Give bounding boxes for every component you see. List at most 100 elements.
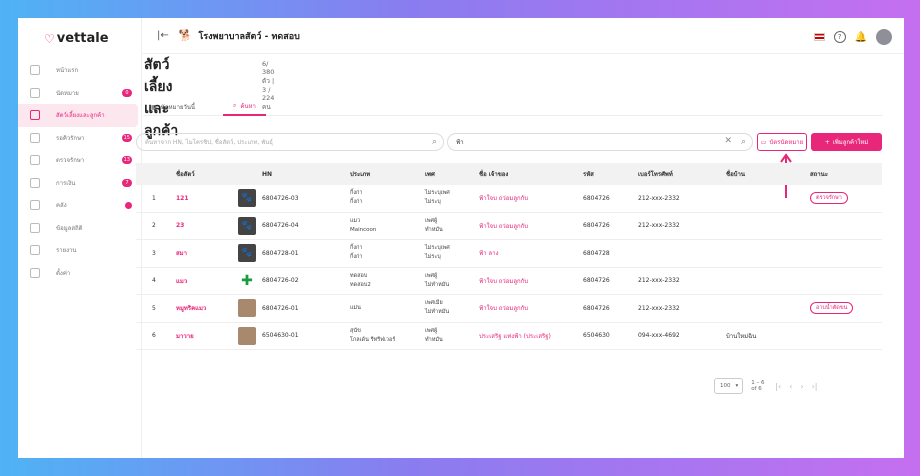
col-code[interactable]: รหัส	[583, 163, 594, 185]
pet-name[interactable]: 121	[176, 185, 189, 212]
owner-name[interactable]: ฟ้า ลาง	[479, 240, 499, 267]
sidebar-item[interactable]: การเงิน 7	[18, 172, 142, 195]
col-hn[interactable]: HN	[262, 163, 272, 185]
owner-phone: 212-xxx-2332	[638, 222, 680, 230]
thai-flag-icon[interactable]	[813, 33, 825, 41]
pet-sex: ไม่ระบุเพศ ไม่ระบุ	[425, 245, 450, 261]
per-page-select[interactable]: 100 ▾	[714, 378, 744, 394]
add-customer-button[interactable]: + เพิ่มลูกค้าใหม่	[811, 133, 882, 151]
table-row[interactable]: 4 แมว ✚ 6804726-02 ทดสอบ ทดสอบ2 เพศผู้ ไม่ทำหมั…	[136, 268, 882, 295]
pet-type: ทดสอบ ทดสอบ2	[350, 272, 371, 288]
house-name: บ้านใหม่ฉิน	[726, 332, 757, 340]
sidebar-item[interactable]: นัดหมาย 0	[18, 82, 142, 105]
sidebar-item-label: นัดหมาย	[56, 89, 79, 97]
pet-hn: 6804726-01	[262, 304, 299, 312]
pet-sex: เพศผู้ ทำหมัน	[425, 327, 443, 343]
status-badge[interactable]: อาบน้ำตัดขน	[810, 302, 854, 315]
owner-name[interactable]: ประเสริฐ แท่งฟ้า (ประเสริฐ)	[479, 323, 551, 350]
dog-icon: 🐕	[178, 29, 193, 42]
table-row[interactable]: 6 มาวาย 6504630-01 สุนัข โกลเด้น รีทรีฟเวอร์…	[136, 323, 882, 350]
row-number: 6	[152, 332, 156, 340]
status-cell: ตรวจรักษา	[810, 185, 848, 212]
page-range: 1 – 6 of 6	[751, 380, 765, 392]
bell-icon[interactable]: 🔔	[855, 32, 867, 43]
owner-search-input[interactable]: ฟ้า ✕ ⌕	[447, 133, 753, 151]
pet-name[interactable]: 23	[176, 213, 184, 240]
owner-name[interactable]: ฟ้าใจบ ถว่อมลูกกับ	[479, 295, 528, 322]
search-icon[interactable]: ⌕	[741, 137, 746, 147]
tab-search[interactable]: ⌕ ค้นหา	[223, 98, 266, 116]
avatar[interactable]	[876, 29, 892, 45]
table-body: 1 121 🐾 6804726-03 กิ้งก่า กิ้งก่า ไม่ระบุเพศไ…	[136, 185, 882, 350]
pet-name[interactable]: แมว	[176, 268, 187, 295]
nav-icon	[30, 177, 40, 188]
pet-image: ✚	[238, 268, 256, 295]
owner-code: 6504630	[583, 332, 610, 340]
owner-name[interactable]: ฟ้าใจบ ถว่อมลูกกับ	[479, 213, 528, 240]
owner-code: 6804726	[583, 277, 610, 285]
last-page-icon[interactable]: ›|	[812, 382, 818, 391]
sidebar-item[interactable]: ตั้งค่า	[18, 262, 142, 285]
pet-hn: 6804726-02	[262, 277, 299, 285]
prev-page-icon[interactable]: ‹	[789, 382, 792, 391]
next-page-icon[interactable]: ›	[800, 382, 803, 391]
col-owner[interactable]: ชื่อ เจ้าของ	[479, 163, 508, 185]
sidebar-item[interactable]: สัตว์เลี้ยงและลูกค้า	[18, 104, 138, 127]
owner-name[interactable]: ฟ้าใจบ ถว่อมลูกกับ	[479, 185, 528, 212]
clinic-name[interactable]: โรงพยาบาลสัตว์ - ทดสอบ	[198, 29, 299, 43]
sidebar-item[interactable]: คลัง	[18, 194, 142, 217]
col-sex[interactable]: เพศ	[425, 163, 435, 185]
owner-phone: 094-xxx-4692	[638, 332, 680, 340]
search-icon[interactable]: ⌕	[432, 137, 437, 147]
col-house[interactable]: ชื่อบ้าน	[726, 163, 745, 185]
table-row[interactable]: 5 หมูทริคแมว 6804726-01 แม่น เพศเมีย ไม่ทำหมั…	[136, 295, 882, 323]
pet-image: 🐾	[238, 240, 256, 267]
status-badge[interactable]: ตรวจรักษา	[810, 192, 848, 205]
col-type[interactable]: ประเภท	[350, 163, 370, 185]
collapse-sidebar-icon[interactable]: |←	[157, 30, 169, 41]
pet-type: แมว Maincoon	[350, 217, 377, 233]
row-number: 5	[152, 304, 156, 312]
col-phone[interactable]: เบอร์โทรศัพท์	[638, 163, 673, 185]
sidebar-item[interactable]: รอคิวรักษา 15	[18, 127, 142, 150]
pet-image	[238, 295, 256, 322]
col-status[interactable]: สถานะ	[810, 163, 828, 185]
nav-dot	[125, 202, 132, 209]
sidebar-item[interactable]: ตรวจรักษา 13	[18, 149, 142, 172]
sidebar-item-label: สัตว์เลี้ยงและลูกค้า	[56, 112, 105, 120]
brand-logo[interactable]: ♡ vettale	[44, 31, 109, 46]
pet-name[interactable]: หมูทริคแมว	[176, 295, 206, 322]
chevron-down-icon: ▾	[735, 383, 739, 389]
cross-icon: ✚	[238, 271, 256, 290]
pet-sex: เพศผู้ ไม่ทำหมัน	[425, 272, 450, 288]
clear-icon[interactable]: ✕	[724, 136, 732, 146]
nav-badge: 13	[121, 156, 132, 164]
first-page-icon[interactable]: |‹	[775, 382, 781, 391]
table-row[interactable]: 1 121 🐾 6804726-03 กิ้งก่า กิ้งก่า ไม่ระบุเพศไ…	[136, 185, 882, 213]
owner-phone: 212-xxx-2332	[638, 194, 680, 202]
pet-sex: ไม่ระบุเพศ ไม่ระบุ	[425, 190, 450, 206]
sidebar-item-label: คลัง	[56, 202, 67, 210]
pet-photo	[238, 326, 256, 345]
pet-sex: เพศผู้ ทำหมัน	[425, 217, 443, 233]
pet-search-input[interactable]: ค้นหาจาก HN, ไมโครชิป, ชื่อสัตว์, ประเภท…	[136, 133, 444, 151]
pet-hn: 6804728-01	[262, 249, 299, 257]
sidebar-item[interactable]: หน้าแรก	[18, 59, 142, 82]
owner-name[interactable]: ฟ้าใจบ ถว่อมลูกกับ	[479, 268, 528, 295]
pet-type: แม่น	[350, 304, 361, 311]
nav-icon	[30, 132, 40, 143]
help-icon[interactable]: ?	[833, 31, 846, 43]
topbar: |← 🐕 โรงพยาบาลสัตว์ - ทดสอบ ? 🔔	[143, 18, 904, 54]
pet-hn: 6804726-04	[262, 222, 299, 230]
pet-name[interactable]: สมา	[176, 240, 187, 267]
table-row[interactable]: 2 23 🐾 6804726-04 แมว Maincoon เพศผู้ ทำหมัน ฟ้า…	[136, 213, 882, 240]
sidebar-item[interactable]: รายงาน	[18, 239, 142, 262]
row-number: 3	[152, 249, 156, 257]
col-name[interactable]: ชื่อสัตว์	[176, 163, 195, 185]
pet-name[interactable]: มาวาย	[176, 323, 194, 350]
pet-image	[238, 323, 256, 350]
print-card-button[interactable]: ▭ บัตรนัดหมาย	[757, 133, 807, 151]
table-row[interactable]: 3 สมา 🐾 6804728-01 กิ้งก่า กิ้งก่า ไม่ระบุเพศไ…	[136, 240, 882, 268]
tab-today-appointments[interactable]: ▦ นัดหมายวันนี้	[151, 98, 195, 116]
sidebar-item[interactable]: ข้อมูลสถิติ	[18, 217, 142, 240]
